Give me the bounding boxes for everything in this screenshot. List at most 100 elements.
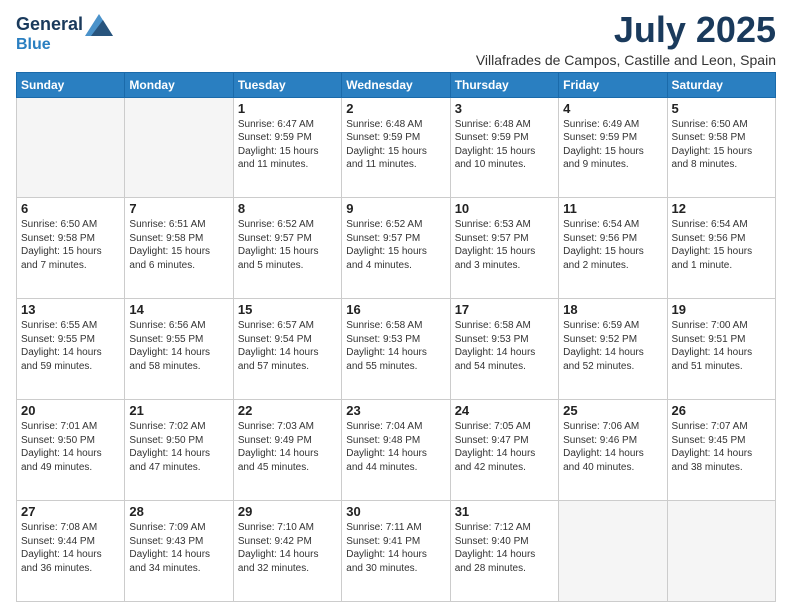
day-info: Sunrise: 7:11 AM Sunset: 9:41 PM Dayligh… xyxy=(346,521,445,575)
day-info: Sunrise: 6:55 AM Sunset: 9:55 PM Dayligh… xyxy=(21,319,120,373)
day-info: Sunrise: 7:08 AM Sunset: 9:44 PM Dayligh… xyxy=(21,521,120,575)
logo: General Blue xyxy=(16,14,113,54)
day-info: Sunrise: 6:50 AM Sunset: 9:58 PM Dayligh… xyxy=(672,118,771,172)
calendar-cell: 27Sunrise: 7:08 AM Sunset: 9:44 PM Dayli… xyxy=(17,501,125,602)
day-number: 10 xyxy=(455,201,554,216)
calendar-cell: 20 Sunrise: 7:01 AM Sunset: 9:50 PM Dayli… xyxy=(17,400,125,501)
calendar-week-2: 6 Sunrise: 6:50 AM Sunset: 9:58 PM Daylig… xyxy=(17,198,776,299)
day-number: 28 xyxy=(129,504,228,519)
calendar-cell: 3 Sunrise: 6:48 AM Sunset: 9:59 PM Daylig… xyxy=(450,97,558,198)
calendar-cell: 19 Sunrise: 7:00 AM Sunset: 9:51 PM Dayli… xyxy=(667,299,775,400)
calendar-cell: 31 Sunrise: 7:12 AM Sunset: 9:40 PM Dayli… xyxy=(450,501,558,602)
calendar-cell xyxy=(667,501,775,602)
calendar-cell: 26Sunrise: 7:07 AM Sunset: 9:45 PM Dayli… xyxy=(667,400,775,501)
weekday-header-wednesday: Wednesday xyxy=(342,72,450,97)
day-number: 20 xyxy=(21,403,120,418)
day-info: Sunrise: 6:58 AM Sunset: 9:53 PM Dayligh… xyxy=(346,319,445,373)
day-info: Sunrise: 6:48 AM Sunset: 9:59 PM Dayligh… xyxy=(455,118,554,172)
day-number: 11 xyxy=(563,201,662,216)
day-number: 14 xyxy=(129,302,228,317)
day-number: 25 xyxy=(563,403,662,418)
calendar-cell xyxy=(125,97,233,198)
day-info: Sunrise: 6:51 AM Sunset: 9:58 PM Dayligh… xyxy=(129,218,228,272)
day-info: Sunrise: 7:03 AM Sunset: 9:49 PM Dayligh… xyxy=(238,420,337,474)
calendar-table: SundayMondayTuesdayWednesdayThursdayFrid… xyxy=(16,72,776,602)
calendar-cell: 13 Sunrise: 6:55 AM Sunset: 9:55 PM Dayli… xyxy=(17,299,125,400)
calendar-cell xyxy=(559,501,667,602)
day-number: 19 xyxy=(672,302,771,317)
day-number: 2 xyxy=(346,101,445,116)
day-number: 8 xyxy=(238,201,337,216)
day-info: Sunrise: 6:50 AM Sunset: 9:58 PM Dayligh… xyxy=(21,218,120,272)
day-number: 30 xyxy=(346,504,445,519)
day-number: 23 xyxy=(346,403,445,418)
month-title: July 2025 xyxy=(476,10,776,50)
day-number: 5 xyxy=(672,101,771,116)
day-info: Sunrise: 6:58 AM Sunset: 9:53 PM Dayligh… xyxy=(455,319,554,373)
day-info: Sunrise: 7:10 AM Sunset: 9:42 PM Dayligh… xyxy=(238,521,337,575)
day-info: Sunrise: 6:54 AM Sunset: 9:56 PM Dayligh… xyxy=(672,218,771,272)
day-info: Sunrise: 6:52 AM Sunset: 9:57 PM Dayligh… xyxy=(346,218,445,272)
day-info: Sunrise: 6:52 AM Sunset: 9:57 PM Dayligh… xyxy=(238,218,337,272)
calendar-week-5: 27Sunrise: 7:08 AM Sunset: 9:44 PM Dayli… xyxy=(17,501,776,602)
day-info: Sunrise: 6:59 AM Sunset: 9:52 PM Dayligh… xyxy=(563,319,662,373)
day-number: 6 xyxy=(21,201,120,216)
day-number: 1 xyxy=(238,101,337,116)
day-number: 29 xyxy=(238,504,337,519)
calendar-cell: 30 Sunrise: 7:11 AM Sunset: 9:41 PM Dayli… xyxy=(342,501,450,602)
day-number: 13 xyxy=(21,302,120,317)
calendar-cell: 5 Sunrise: 6:50 AM Sunset: 9:58 PM Daylig… xyxy=(667,97,775,198)
weekday-header-monday: Monday xyxy=(125,72,233,97)
day-number: 21 xyxy=(129,403,228,418)
calendar-cell: 21 Sunrise: 7:02 AM Sunset: 9:50 PM Dayli… xyxy=(125,400,233,501)
calendar-cell: 10 Sunrise: 6:53 AM Sunset: 9:57 PM Dayli… xyxy=(450,198,558,299)
calendar-cell: 24 Sunrise: 7:05 AM Sunset: 9:47 PM Dayli… xyxy=(450,400,558,501)
weekday-header-thursday: Thursday xyxy=(450,72,558,97)
day-info: Sunrise: 7:09 AM Sunset: 9:43 PM Dayligh… xyxy=(129,521,228,575)
calendar-cell: 14Sunrise: 6:56 AM Sunset: 9:55 PM Dayli… xyxy=(125,299,233,400)
day-number: 31 xyxy=(455,504,554,519)
calendar-cell: 8 Sunrise: 6:52 AM Sunset: 9:57 PM Daylig… xyxy=(233,198,341,299)
day-number: 24 xyxy=(455,403,554,418)
day-number: 12 xyxy=(672,201,771,216)
calendar-cell: 28 Sunrise: 7:09 AM Sunset: 9:43 PM Dayli… xyxy=(125,501,233,602)
calendar-cell: 2 Sunrise: 6:48 AM Sunset: 9:59 PM Daylig… xyxy=(342,97,450,198)
weekday-header-friday: Friday xyxy=(559,72,667,97)
logo-icon xyxy=(85,14,113,36)
calendar-cell: 22 Sunrise: 7:03 AM Sunset: 9:49 PM Dayli… xyxy=(233,400,341,501)
calendar-cell: 29 Sunrise: 7:10 AM Sunset: 9:42 PM Dayli… xyxy=(233,501,341,602)
day-info: Sunrise: 6:48 AM Sunset: 9:59 PM Dayligh… xyxy=(346,118,445,172)
day-info: Sunrise: 7:00 AM Sunset: 9:51 PM Dayligh… xyxy=(672,319,771,373)
day-number: 26 xyxy=(672,403,771,418)
calendar-cell: 6 Sunrise: 6:50 AM Sunset: 9:58 PM Daylig… xyxy=(17,198,125,299)
day-info: Sunrise: 6:47 AM Sunset: 9:59 PM Dayligh… xyxy=(238,118,337,172)
day-info: Sunrise: 7:02 AM Sunset: 9:50 PM Dayligh… xyxy=(129,420,228,474)
day-info: Sunrise: 7:12 AM Sunset: 9:40 PM Dayligh… xyxy=(455,521,554,575)
calendar-cell: 15Sunrise: 6:57 AM Sunset: 9:54 PM Dayli… xyxy=(233,299,341,400)
weekday-header-tuesday: Tuesday xyxy=(233,72,341,97)
calendar-cell: 4Sunrise: 6:49 AM Sunset: 9:59 PM Daylig… xyxy=(559,97,667,198)
calendar-cell xyxy=(17,97,125,198)
calendar-cell: 11Sunrise: 6:54 AM Sunset: 9:56 PM Dayli… xyxy=(559,198,667,299)
day-info: Sunrise: 7:01 AM Sunset: 9:50 PM Dayligh… xyxy=(21,420,120,474)
calendar-cell: 18 Sunrise: 6:59 AM Sunset: 9:52 PM Dayli… xyxy=(559,299,667,400)
day-info: Sunrise: 6:57 AM Sunset: 9:54 PM Dayligh… xyxy=(238,319,337,373)
calendar-cell: 23 Sunrise: 7:04 AM Sunset: 9:48 PM Dayli… xyxy=(342,400,450,501)
logo-text: General xyxy=(16,15,83,35)
day-info: Sunrise: 7:04 AM Sunset: 9:48 PM Dayligh… xyxy=(346,420,445,474)
day-info: Sunrise: 7:05 AM Sunset: 9:47 PM Dayligh… xyxy=(455,420,554,474)
day-number: 18 xyxy=(563,302,662,317)
calendar-week-4: 20 Sunrise: 7:01 AM Sunset: 9:50 PM Dayli… xyxy=(17,400,776,501)
calendar-cell: 9Sunrise: 6:52 AM Sunset: 9:57 PM Daylig… xyxy=(342,198,450,299)
calendar-cell: 7Sunrise: 6:51 AM Sunset: 9:58 PM Daylig… xyxy=(125,198,233,299)
day-number: 17 xyxy=(455,302,554,317)
day-info: Sunrise: 6:53 AM Sunset: 9:57 PM Dayligh… xyxy=(455,218,554,272)
day-number: 3 xyxy=(455,101,554,116)
calendar-cell: 17 Sunrise: 6:58 AM Sunset: 9:53 PM Dayli… xyxy=(450,299,558,400)
weekday-header-sunday: Sunday xyxy=(17,72,125,97)
weekday-header-saturday: Saturday xyxy=(667,72,775,97)
day-info: Sunrise: 7:06 AM Sunset: 9:46 PM Dayligh… xyxy=(563,420,662,474)
day-number: 22 xyxy=(238,403,337,418)
calendar-cell: 25 Sunrise: 7:06 AM Sunset: 9:46 PM Dayli… xyxy=(559,400,667,501)
calendar-cell: 12 Sunrise: 6:54 AM Sunset: 9:56 PM Dayli… xyxy=(667,198,775,299)
